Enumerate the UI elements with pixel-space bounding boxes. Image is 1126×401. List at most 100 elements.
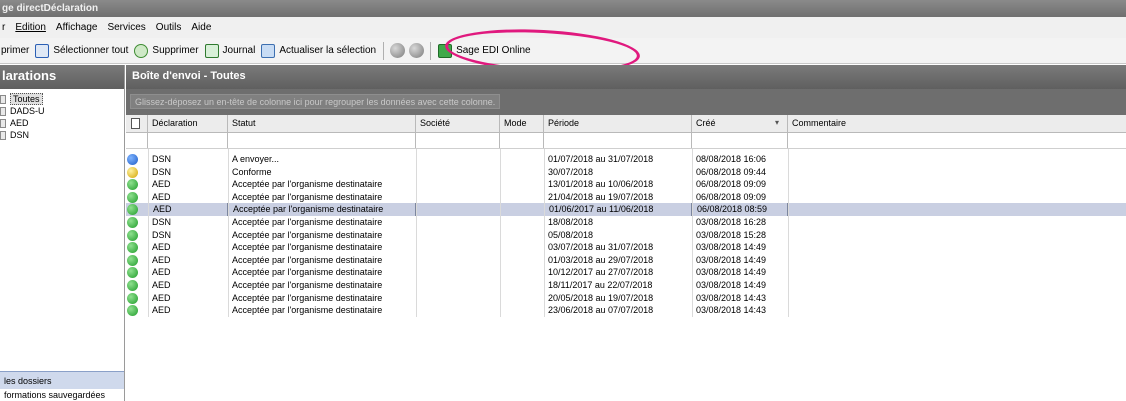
status-green-icon <box>127 242 138 254</box>
column-societe[interactable]: Société <box>416 115 500 132</box>
filter-societe[interactable] <box>416 133 500 148</box>
cell-cree: 06/08/2018 09:09 <box>696 179 767 190</box>
journal-button[interactable]: Journal <box>202 43 259 58</box>
column-divider <box>500 149 501 317</box>
tree-item-label: AED <box>10 118 29 128</box>
filter-cree[interactable] <box>692 133 788 148</box>
sage-edi-online-button[interactable]: Sage EDI Online <box>435 43 534 58</box>
nav-all-folders[interactable]: les dossiers <box>0 371 124 389</box>
menu-aide[interactable]: Aide <box>186 22 216 33</box>
filter-declaration[interactable] <box>148 133 228 148</box>
column-statut[interactable]: Statut <box>228 115 416 132</box>
table-row[interactable]: DSN Acceptée par l'organisme destinataire… <box>126 229 1126 242</box>
menu-bar: r Edition Affichage Services Outils Aide <box>0 17 1126 38</box>
cell-periode: 05/08/2018 <box>548 229 594 240</box>
cell-cree: 06/08/2018 09:44 <box>696 166 767 177</box>
nav-saved-info[interactable]: formations sauvegardées <box>0 389 124 401</box>
forward-arrow-icon[interactable] <box>409 43 425 58</box>
table-row[interactable]: AED Acceptée par l'organisme destinataire… <box>126 279 1126 292</box>
cell-statut: Conforme <box>232 166 272 177</box>
toolbar-separator-2 <box>430 41 432 60</box>
tree-item-dads-u[interactable]: DADS-U <box>0 105 124 117</box>
status-green-icon <box>127 305 138 317</box>
column-mode[interactable]: Mode <box>500 115 544 132</box>
table-row[interactable]: AED Acceptée par l'organisme destinataire… <box>126 266 1126 279</box>
table-row[interactable]: AED Acceptée par l'organisme destinataire… <box>126 241 1126 254</box>
column-declaration[interactable]: Déclaration <box>148 115 228 132</box>
column-icon[interactable] <box>126 115 148 132</box>
select-all-button[interactable]: Sélectionner tout <box>32 43 131 58</box>
column-cree[interactable]: Créé ▾ <box>692 115 788 132</box>
cell-cree: 03/08/2018 14:43 <box>696 292 767 303</box>
sort-desc-icon: ▾ <box>774 118 779 127</box>
menu-edition[interactable]: Edition <box>10 22 51 33</box>
filter-statut[interactable] <box>228 133 416 148</box>
column-periode[interactable]: Période <box>544 115 692 132</box>
print-button[interactable]: primer <box>0 45 32 56</box>
filter-mode[interactable] <box>500 133 544 148</box>
sidebar: larations Toutes DADS-U AED DSN les doss… <box>0 65 125 401</box>
menu-services[interactable]: Services <box>102 22 150 33</box>
cell-statut: Acceptée par l'organisme destinataire <box>232 242 383 253</box>
column-cree-label: Créé <box>696 118 716 128</box>
table-row[interactable]: DSN Conforme 30/07/2018 06/08/2018 09:44 <box>126 166 1126 179</box>
delete-button[interactable]: Supprimer <box>131 43 201 58</box>
status-green-icon <box>127 254 138 266</box>
status-yellow-icon <box>127 166 138 178</box>
tree-item-aed[interactable]: AED <box>0 117 124 129</box>
cell-statut: Acceptée par l'organisme destinataire <box>232 305 383 316</box>
cell-statut: Acceptée par l'organisme destinataire <box>232 292 383 303</box>
cell-periode: 01/06/2017 au 11/06/2018 <box>544 203 692 216</box>
filter-commentaire[interactable] <box>788 133 1126 148</box>
cell-periode: 18/11/2017 au 22/07/2018 <box>548 279 653 290</box>
tree-item-label: Toutes <box>10 93 43 105</box>
cell-periode: 23/06/2018 au 07/07/2018 <box>548 305 654 316</box>
cell-declaration: AED <box>152 179 171 190</box>
print-label: primer <box>1 45 30 56</box>
status-green-icon <box>127 267 138 279</box>
cell-statut: A envoyer... <box>232 154 280 164</box>
delete-label: Supprimer <box>152 45 199 56</box>
table-row[interactable]: AED Acceptée par l'organisme destinataire… <box>126 292 1126 305</box>
group-by-area[interactable]: Glissez-déposez un en-tête de colonne ic… <box>126 89 1126 115</box>
table-row[interactable]: AED Acceptée par l'organisme destinataire… <box>126 178 1126 191</box>
table-row[interactable]: AED Acceptée par l'organisme destinataire… <box>126 203 1126 216</box>
status-green-icon <box>127 279 138 291</box>
column-commentaire[interactable]: Commentaire <box>788 115 1126 132</box>
filter-row <box>126 133 1126 149</box>
cell-cree: 03/08/2018 16:28 <box>696 216 767 227</box>
table-row[interactable]: AED Acceptée par l'organisme destinataire… <box>126 191 1126 204</box>
cell-declaration: AED <box>152 242 171 253</box>
select-all-label: Sélectionner tout <box>53 45 129 56</box>
cell-declaration: AED <box>152 191 171 202</box>
tree-item-toutes[interactable]: Toutes <box>0 93 124 105</box>
table-row[interactable]: AED Acceptée par l'organisme destinataire… <box>126 254 1126 267</box>
menu-affichage[interactable]: Affichage <box>51 22 103 33</box>
cell-cree: 06/08/2018 09:09 <box>696 191 767 202</box>
refresh-selection-button[interactable]: Actualiser la sélection <box>258 43 379 58</box>
status-green-icon <box>127 229 138 241</box>
cell-periode: 10/12/2017 au 27/07/2018 <box>548 267 654 278</box>
filter-periode[interactable] <box>544 133 692 148</box>
cell-cree: 03/08/2018 14:43 <box>696 305 767 316</box>
column-divider <box>788 149 789 317</box>
column-divider <box>228 149 229 317</box>
menu-file-fragment[interactable]: r <box>0 22 10 33</box>
tree-item-dsn[interactable]: DSN <box>0 129 124 141</box>
menu-outils[interactable]: Outils <box>151 22 187 33</box>
cell-declaration: AED <box>152 305 171 316</box>
table-row[interactable]: DSN Acceptée par l'organisme destinataire… <box>126 216 1126 229</box>
cell-statut: Acceptée par l'organisme destinataire <box>228 203 416 216</box>
sage-edi-icon <box>438 43 453 58</box>
folder-icon <box>0 106 6 116</box>
back-arrow-icon[interactable] <box>390 43 406 58</box>
table-row[interactable]: AED Acceptée par l'organisme destinataire… <box>126 304 1126 317</box>
table-row[interactable]: DSN A envoyer... 01/07/2018 au 31/07/2018 0… <box>126 153 1126 166</box>
cell-periode: 30/07/2018 <box>548 166 594 177</box>
cell-declaration: DSN <box>152 154 172 164</box>
column-divider <box>148 149 149 317</box>
grid-header: Déclaration Statut Société Mode Période … <box>126 115 1126 133</box>
cell-declaration: AED <box>152 254 171 265</box>
cell-cree: 08/08/2018 16:06 <box>696 154 767 164</box>
declaration-tree: Toutes DADS-U AED DSN <box>0 89 124 141</box>
